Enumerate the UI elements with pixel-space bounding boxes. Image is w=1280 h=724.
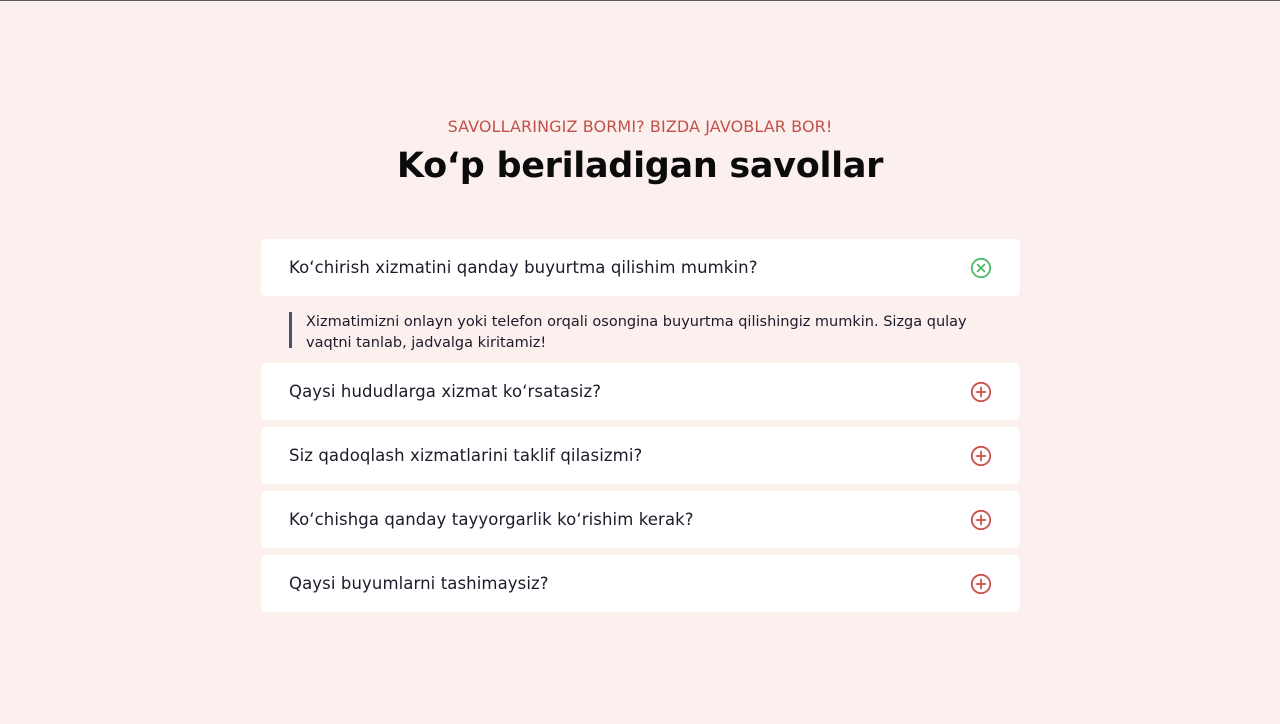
section-eyebrow: SAVOLLARINGIZ BORMI? BIZDA JAVOBLAR BOR! [447, 117, 833, 136]
plus-circle-icon[interactable] [970, 381, 992, 403]
faq-question: Siz qadoqlash xizmatlarini taklif qilasi… [289, 446, 643, 465]
faq-heading: SAVOLLARINGIZ BORMI? BIZDA JAVOBLAR BOR!… [0, 116, 1280, 189]
faq-item-regions[interactable]: Qaysi hududlarga xizmat ko‘rsatasiz? [261, 363, 1020, 420]
plus-circle-icon[interactable] [970, 509, 992, 531]
faq-answer: Xizmatimizni onlayn yoki telefon orqali … [289, 312, 1020, 351]
faq-question: Qaysi hududlarga xizmat ko‘rsatasiz? [289, 382, 602, 401]
faq-item-ordering[interactable]: Ko‘chirish xizmatini qanday buyurtma qil… [261, 239, 1020, 296]
section-title: Ko‘p beriladigan savollar [396, 146, 884, 186]
faq-list: Ko‘chirish xizmatini qanday buyurtma qil… [261, 239, 1020, 612]
faq-question: Ko‘chirish xizmatini qanday buyurtma qil… [289, 258, 758, 277]
faq-question: Ko‘chishga qanday tayyorgarlik ko‘rishim… [289, 510, 694, 529]
faq-question: Qaysi buyumlarni tashimaysiz? [289, 574, 549, 593]
plus-circle-icon[interactable] [970, 573, 992, 595]
faq-item-packing[interactable]: Siz qadoqlash xizmatlarini taklif qilasi… [261, 427, 1020, 484]
plus-circle-icon[interactable] [970, 445, 992, 467]
faq-item-excluded-items[interactable]: Qaysi buyumlarni tashimaysiz? [261, 555, 1020, 612]
close-circle-icon[interactable] [970, 257, 992, 279]
top-divider [0, 0, 1280, 1]
faq-item-preparation[interactable]: Ko‘chishga qanday tayyorgarlik ko‘rishim… [261, 491, 1020, 548]
